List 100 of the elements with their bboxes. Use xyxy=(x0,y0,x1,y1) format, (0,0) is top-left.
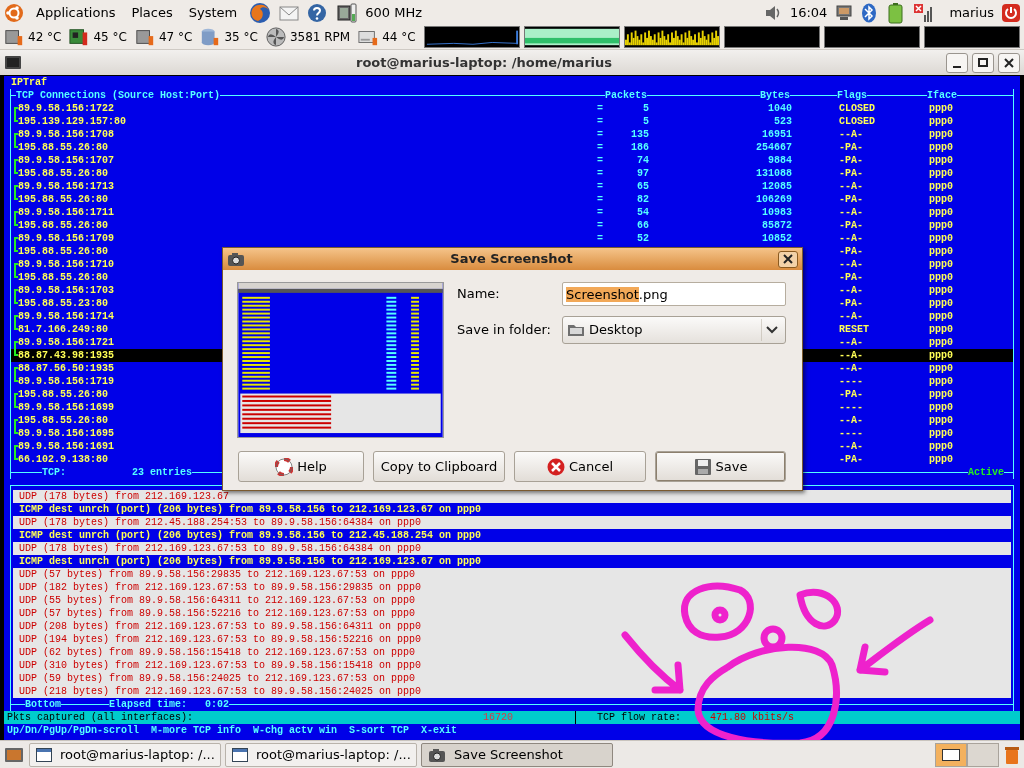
tcp-flags: --A- xyxy=(839,441,863,452)
packet-count: 5 xyxy=(643,116,649,127)
tcp-flags: --A- xyxy=(839,181,863,192)
host-address: 195.88.55.26:80 xyxy=(18,246,108,257)
tcp-flags: --A- xyxy=(839,337,863,348)
interface-name: ppp0 xyxy=(929,323,953,336)
direction-sign: = xyxy=(597,168,603,179)
interface-name: ppp0 xyxy=(929,102,953,115)
tcp-flags: -PA- xyxy=(839,454,863,465)
packet-count: 97 xyxy=(637,168,649,179)
host-address: 195.88.55.23:80 xyxy=(18,298,108,309)
key-hint: S-sort TCP xyxy=(349,724,410,737)
interface-name: ppp0 xyxy=(929,193,953,206)
tcp-flags: --A- xyxy=(839,350,863,361)
direction-sign: = xyxy=(597,129,603,140)
byte-count: 16951 xyxy=(762,129,792,140)
elapsed-label: Elapsed time: xyxy=(109,698,188,711)
dialog-title: Save Screenshot xyxy=(449,250,574,269)
flow-rate: 471.80 kbits/s xyxy=(710,711,794,724)
direction-sign: = xyxy=(597,220,603,231)
sensor-reading: 47 °C xyxy=(158,29,193,46)
interface-name: ppp0 xyxy=(929,336,953,349)
interface-name: ppp0 xyxy=(929,284,953,297)
host-address: 89.9.58.156:1713 xyxy=(18,181,114,192)
interface-name: ppp0 xyxy=(929,388,953,401)
column-header: Packets xyxy=(605,90,647,101)
direction-sign: = xyxy=(597,181,603,192)
host-address: 89.9.58.156:1699 xyxy=(18,402,114,413)
tcp-flags: --A- xyxy=(839,285,863,296)
sensor-reading: 44 °C xyxy=(382,29,416,46)
key-hint: X-exit xyxy=(421,724,458,737)
interface-name: ppp0 xyxy=(929,115,953,128)
interface-name: ppp0 xyxy=(929,258,953,271)
status-label: TCP flow rate: xyxy=(597,711,682,724)
interface-name: ppp0 xyxy=(929,362,953,375)
packet-count: 52 xyxy=(637,233,649,244)
interface-name: ppp0 xyxy=(929,206,953,219)
host-address: 89.9.58.156:1719 xyxy=(18,376,114,387)
byte-count: 106269 xyxy=(756,194,792,205)
byte-count: 12085 xyxy=(762,181,792,192)
byte-count: 85872 xyxy=(762,220,792,231)
host-address: 89.9.58.156:1709 xyxy=(18,233,114,244)
tcp-flags: -PA- xyxy=(839,155,863,166)
host-address: 88.87.56.50:1935 xyxy=(18,363,114,374)
tcp-flags: CLOSED xyxy=(839,116,875,127)
column-header: Flags xyxy=(837,90,867,101)
column-header: Bytes xyxy=(760,90,790,101)
interface-name: ppp0 xyxy=(929,154,953,167)
host-address: 88.87.43.98:1935 xyxy=(18,350,114,361)
packet-total: 16720 xyxy=(482,711,513,724)
host-address: 89.9.58.156:1707 xyxy=(18,155,114,166)
field-label: Save in folder: xyxy=(457,321,552,340)
host-address: 89.9.58.156:1714 xyxy=(18,311,114,322)
panel-heading: TCP Connections (Source Host:Port) xyxy=(16,90,221,101)
tcp-flags: --A- xyxy=(839,129,863,140)
sensor-reading: 45 °C xyxy=(93,29,127,46)
interface-name: ppp0 xyxy=(929,297,953,310)
tcp-flags: CLOSED xyxy=(839,103,875,114)
column-header: Iface xyxy=(927,90,957,101)
byte-count: 254667 xyxy=(756,142,792,153)
host-address: 89.9.58.156:1722 xyxy=(18,103,114,114)
tcp-flags: ---- xyxy=(839,428,863,439)
tcp-flags: -PA- xyxy=(839,220,863,231)
host-address: 66.102.9.138:80 xyxy=(18,454,108,465)
interface-name: ppp0 xyxy=(929,349,953,362)
window-title: root@marius-laptop: /home/marius xyxy=(355,53,613,72)
interface-name: ppp0 xyxy=(929,219,953,232)
interface-name: ppp0 xyxy=(929,141,953,154)
key-hint: W-chg actv win xyxy=(253,724,338,737)
interface-name: ppp0 xyxy=(929,245,953,258)
host-address: 89.9.58.156:1711 xyxy=(18,207,114,218)
host-address: 89.9.58.156:1691 xyxy=(18,441,114,452)
host-address: 195.88.55.26:80 xyxy=(18,272,108,283)
selected-text: Screenshot xyxy=(566,286,639,302)
direction-sign: = xyxy=(597,142,603,153)
host-address: 81.7.166.249:80 xyxy=(18,324,108,335)
packet-count: 74 xyxy=(637,155,649,166)
packet-count: 66 xyxy=(637,220,649,231)
host-address: 89.9.58.156:1708 xyxy=(18,129,114,140)
host-address: 195.88.55.26:80 xyxy=(18,168,108,179)
host-address: 195.88.55.26:80 xyxy=(18,415,108,426)
host-address: 195.139.129.157:80 xyxy=(18,116,127,127)
tcp-flags: --A- xyxy=(839,259,863,270)
byte-count: 10852 xyxy=(762,233,792,244)
host-address: 89.9.58.156:1695 xyxy=(18,428,114,439)
byte-count: 9884 xyxy=(768,155,792,166)
host-address: 89.9.58.156:1721 xyxy=(18,337,114,348)
direction-sign: = xyxy=(597,155,603,166)
interface-name: ppp0 xyxy=(929,453,953,466)
key-hint: Up/Dn/PgUp/PgDn-scroll xyxy=(7,724,140,737)
interface-name: ppp0 xyxy=(929,414,953,427)
tcp-flags: -PA- xyxy=(839,194,863,205)
tcp-flags: --A- xyxy=(839,207,863,218)
direction-sign: = xyxy=(597,233,603,244)
interface-name: ppp0 xyxy=(929,167,953,180)
interface-name: ppp0 xyxy=(929,401,953,414)
packet-count: 65 xyxy=(637,181,649,192)
interface-name: ppp0 xyxy=(929,180,953,193)
interface-name: ppp0 xyxy=(929,128,953,141)
byte-count: 1040 xyxy=(768,103,792,114)
